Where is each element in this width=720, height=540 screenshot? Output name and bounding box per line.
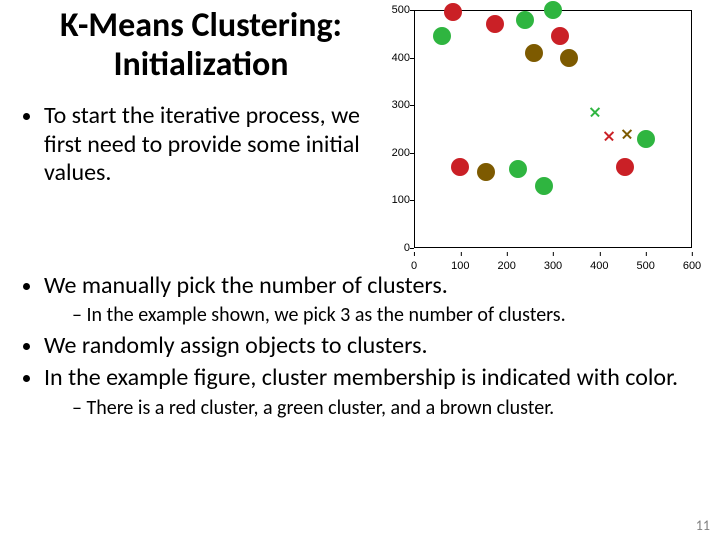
- cluster-center-cross-icon: [603, 130, 615, 142]
- data-point: [637, 130, 655, 148]
- slide-title: K-Means Clustering: Initialization: [16, 6, 386, 84]
- x-tick: 100: [451, 260, 469, 272]
- bullet-1: To start the iterative process, we first…: [44, 102, 376, 187]
- bullet-list-top: To start the iterative process, we first…: [16, 102, 376, 187]
- data-point: [451, 158, 469, 176]
- cluster-center-cross-icon: [589, 106, 601, 118]
- data-point: [433, 27, 451, 45]
- y-tick: 400: [384, 52, 410, 64]
- bullet-4-sub: There is a red cluster, a green cluster,…: [44, 397, 704, 421]
- data-point: [544, 1, 562, 19]
- y-tick: 0: [384, 242, 410, 254]
- cluster-center-cross-icon: [621, 128, 633, 140]
- figure: 0 100 200 300 400 500 0 100 200 300 400 500 600: [384, 4, 702, 272]
- data-point: [486, 15, 504, 33]
- plot-area: [414, 10, 692, 248]
- data-point: [525, 44, 543, 62]
- bullet-2-sub-1: In the example shown, we pick 3 as the n…: [72, 304, 704, 328]
- data-point: [516, 11, 534, 29]
- slide: K-Means Clustering: Initialization To st…: [0, 0, 720, 540]
- bullet-2: We manually pick the number of clusters.: [44, 272, 704, 300]
- x-tick: 300: [544, 260, 562, 272]
- bullet-4-sub-1: There is a red cluster, a green cluster,…: [72, 397, 704, 421]
- bullet-2-sub: In the example shown, we pick 3 as the n…: [44, 304, 704, 328]
- data-point: [551, 27, 569, 45]
- y-tick: 200: [384, 147, 410, 159]
- bullet-4: In the example figure, cluster membershi…: [44, 364, 704, 392]
- data-point: [535, 177, 553, 195]
- y-tick: 300: [384, 99, 410, 111]
- y-tick: 500: [384, 4, 410, 16]
- page-number: 11: [696, 517, 710, 534]
- bullet-3: We randomly assign objects to clusters.: [44, 332, 704, 360]
- data-point: [509, 160, 527, 178]
- bullet-list-main: We manually pick the number of clusters.…: [16, 272, 704, 420]
- data-point: [444, 3, 462, 21]
- top-row: K-Means Clustering: Initialization To st…: [16, 6, 704, 272]
- x-tick: 200: [497, 260, 515, 272]
- data-point: [560, 49, 578, 67]
- x-tick: 0: [411, 260, 417, 272]
- x-tick: 500: [636, 260, 654, 272]
- scatter-chart: 0 100 200 300 400 500 0 100 200 300 400 500 600: [384, 4, 702, 272]
- data-point: [477, 163, 495, 181]
- x-tick: 600: [683, 260, 701, 272]
- left-column: K-Means Clustering: Initialization To st…: [16, 6, 376, 191]
- y-tick: 100: [384, 194, 410, 206]
- x-tick: 400: [590, 260, 608, 272]
- data-point: [616, 158, 634, 176]
